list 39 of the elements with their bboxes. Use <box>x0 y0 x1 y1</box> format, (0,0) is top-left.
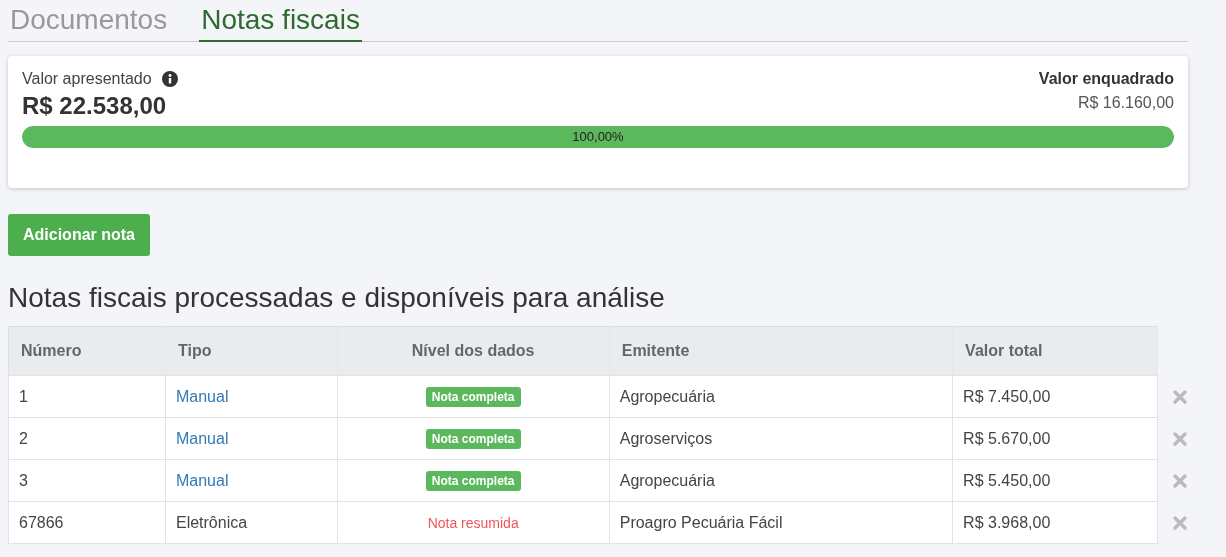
type-link[interactable]: Manual <box>165 459 338 502</box>
status-text: Nota resumida <box>427 514 519 531</box>
close-icon[interactable] <box>1172 472 1188 489</box>
type-link[interactable]: Manual <box>165 417 338 460</box>
progress-reading: 100,00% <box>572 128 624 146</box>
add-button[interactable]: Adicionar nota <box>8 214 150 256</box>
status-badge: Nota completa <box>425 386 521 407</box>
summary-label: Valor apresentado <box>22 70 152 88</box>
close-icon[interactable] <box>1172 388 1188 405</box>
section-title: Notas fiscais processadas e disponíveis para análise <box>8 282 665 314</box>
table-cell: 3 <box>8 459 166 502</box>
summary-value: R$ 16.160,00 <box>1077 94 1174 112</box>
table-cell: Eletrônica <box>165 501 338 544</box>
table-cell: Agropecuária <box>609 375 953 418</box>
table-cell: 1 <box>8 375 166 418</box>
close-icon[interactable] <box>1172 430 1188 447</box>
column-header: Valor total <box>952 326 1158 376</box>
table-cell: Agropecuária <box>609 459 953 502</box>
summary-value: R$ 22.538,00 <box>22 92 167 120</box>
table-cell: 67866 <box>8 501 166 544</box>
column-header: Número <box>8 326 166 376</box>
table-cell: R$ 7.450,00 <box>952 375 1158 418</box>
tab[interactable]: Notas fiscais <box>199 4 362 42</box>
table-cell: Agroserviços <box>609 417 953 460</box>
summary-label: Valor enquadrado <box>1038 70 1174 88</box>
status-badge: Nota completa <box>425 470 521 491</box>
info-icon[interactable] <box>161 71 178 87</box>
table-cell: R$ 5.450,00 <box>952 459 1158 502</box>
column-header: Tipo <box>165 326 338 376</box>
table-cell: R$ 3.968,00 <box>952 501 1158 544</box>
close-icon[interactable] <box>1172 514 1188 531</box>
tab[interactable]: Documentos <box>8 4 170 42</box>
table-cell: 2 <box>8 417 166 460</box>
status-badge: Nota completa <box>425 428 521 449</box>
table-cell: Proagro Pecuária Fácil <box>609 501 953 544</box>
column-header: Nível dos dados <box>337 326 610 376</box>
table-cell: R$ 5.670,00 <box>952 417 1158 460</box>
type-link[interactable]: Manual <box>165 375 338 418</box>
column-header: Emitente <box>609 326 953 376</box>
